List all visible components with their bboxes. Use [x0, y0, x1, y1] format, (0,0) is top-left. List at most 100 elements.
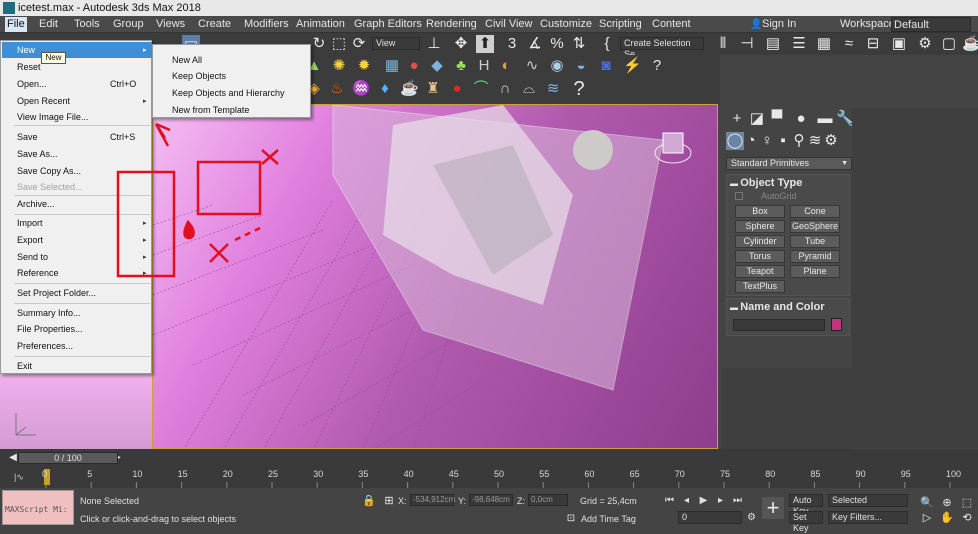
menu-content[interactable]: Content [650, 17, 693, 32]
move-icon[interactable]: ✥ [452, 35, 470, 53]
primitive-type-dropdown[interactable]: Standard Primitives ▼ [726, 157, 852, 170]
maxscript-listener[interactable]: MAXScript Mi: [2, 490, 74, 525]
time-tag-icon[interactable]: ⊡ [562, 510, 580, 528]
drape-icon[interactable]: ⌒ [472, 80, 490, 98]
menu-graph-editors[interactable]: Graph Editors [352, 17, 424, 32]
material-editor-icon[interactable]: ▣ [890, 35, 908, 53]
reference-coordinate-dropdown[interactable]: View [372, 37, 420, 50]
menu-civil-view[interactable]: Civil View [483, 17, 534, 32]
y-coordinate-field[interactable]: -98,648cm [469, 494, 513, 506]
tube-button[interactable]: Tube [790, 235, 840, 248]
camera-icon[interactable]: ◙ [597, 57, 615, 75]
auto-key-button[interactable]: Auto Key [789, 494, 823, 516]
hair-icon[interactable]: H [475, 57, 493, 75]
region-select-icon[interactable]: ⬚ [330, 35, 348, 53]
spinner-snap-icon[interactable]: ⇅ [570, 35, 588, 53]
motion-tab-icon[interactable]: ● [792, 110, 810, 128]
goto-end-icon[interactable]: ⏭ [731, 494, 744, 507]
schematic-icon[interactable]: ⊟ [864, 35, 882, 53]
percent-snap-icon[interactable]: % [548, 35, 566, 53]
pivot-icon[interactable]: ⊥ [425, 35, 443, 53]
fov-icon[interactable]: ▷ [918, 509, 936, 527]
arch-icon[interactable]: ⌓ [520, 80, 538, 98]
menu-group[interactable]: Group [111, 17, 146, 32]
lamp-icon[interactable]: ♜ [424, 80, 442, 98]
autogrid-checkbox[interactable] [735, 192, 743, 200]
render-setup-icon[interactable]: ⚙ [916, 35, 934, 53]
snap-3d-icon[interactable]: 3 [503, 35, 521, 53]
z-coordinate-field[interactable]: 0,0cm [528, 494, 568, 506]
box-button[interactable]: Box [735, 205, 785, 218]
sun-icon[interactable]: ✺ [330, 57, 348, 75]
manipulate-icon[interactable]: ⬆ [476, 35, 494, 53]
hierarchy-tab-icon[interactable]: ▀ [768, 110, 786, 128]
pyramid-button[interactable]: Pyramid [790, 250, 840, 263]
scene-explorer-icon[interactable]: ☰ [790, 35, 808, 53]
menu-tools[interactable]: Tools [72, 17, 102, 32]
object-color-swatch[interactable] [831, 318, 842, 331]
file-menu-item[interactable]: Exit [17, 359, 147, 374]
grid-icon[interactable]: ▦ [383, 57, 401, 75]
cylinder-button[interactable]: Cylinder [735, 235, 785, 248]
create-tab-icon[interactable]: + [728, 110, 746, 128]
mirror-icon[interactable]: ⫴ [714, 35, 732, 53]
submenu-new-all[interactable]: New All [172, 53, 312, 68]
x-coordinate-field[interactable]: -534,912cm [410, 494, 455, 506]
key-filters-button[interactable]: Key Filters... [828, 511, 908, 524]
rotate-icon[interactable]: ⟳ [350, 35, 368, 53]
signin-link[interactable]: Sign In [760, 17, 798, 32]
cone-button[interactable]: Cone [790, 205, 840, 218]
set-key-button[interactable]: Set Key [789, 511, 823, 533]
angle-snap-icon[interactable]: ∡ [526, 35, 544, 53]
cup-icon[interactable]: ☕ [400, 80, 419, 98]
menu-customize[interactable]: Customize [538, 17, 594, 32]
select-move-icon[interactable]: ↻ [310, 35, 328, 53]
current-frame-field[interactable]: 0 [678, 511, 742, 524]
prev-key-icon[interactable]: ◂ [680, 494, 693, 507]
dome-icon[interactable]: ◒ [572, 57, 590, 75]
named-selection-icon[interactable]: { [598, 35, 616, 53]
lock-icon[interactable]: 🔒 [360, 492, 378, 510]
light-icon[interactable]: ✹ [355, 57, 373, 75]
named-selection-dropdown[interactable]: Create Selection Se [620, 37, 704, 59]
question-icon[interactable]: ? [570, 79, 588, 99]
torus-button[interactable]: Torus [735, 250, 785, 263]
menu-scripting[interactable]: Scripting [597, 17, 644, 32]
file-menu-item[interactable]: Preferences... [17, 339, 147, 354]
cloth-icon[interactable]: ∩ [496, 80, 514, 98]
wave-icon[interactable]: ∿ [523, 57, 541, 75]
water-icon[interactable]: ♒ [352, 80, 371, 98]
sphere-button[interactable]: Sphere [735, 220, 785, 233]
file-menu-item[interactable]: Reset [17, 60, 147, 75]
ribbon-icon[interactable]: ▦ [815, 35, 833, 53]
transform-mode-icon[interactable]: ⊞ [380, 492, 398, 510]
menu-views[interactable]: Views [154, 17, 187, 32]
geosphere-button[interactable]: GeoSphere [790, 220, 840, 233]
file-menu-item[interactable]: Open Recent [17, 94, 147, 109]
layer-icon[interactable]: ▤ [764, 35, 782, 53]
track-bar-icon[interactable]: |∿ [14, 472, 24, 483]
shell-icon[interactable]: ◐ [497, 57, 515, 75]
display-tab-icon[interactable]: ▬ [816, 110, 834, 128]
track-bar[interactable]: |∿ [0, 466, 978, 488]
menu-file[interactable]: File [5, 17, 27, 32]
curve-editor-icon[interactable]: ≈ [840, 35, 858, 53]
next-key-icon[interactable]: ▸ [714, 494, 727, 507]
menu-rendering[interactable]: Rendering [424, 17, 479, 32]
time-config-icon[interactable]: ⚙ [745, 511, 758, 524]
add-time-tag[interactable]: Add Time Tag [581, 514, 636, 524]
textplus-button[interactable]: TextPlus [735, 280, 785, 293]
goto-start-icon[interactable]: ⏮ [663, 494, 676, 507]
menu-edit[interactable]: Edit [37, 17, 60, 32]
helper-icon[interactable]: ◆ [428, 57, 446, 75]
plant-icon[interactable]: ♣ [452, 57, 470, 75]
ocean-icon[interactable]: ≋ [544, 80, 562, 98]
submenu-keep-objects[interactable]: Keep Objects [172, 69, 312, 84]
set-key-icon[interactable]: + [762, 497, 784, 519]
render-frame-icon[interactable]: ▢ [940, 35, 958, 53]
sdk-icon[interactable]: ⚡ [623, 57, 642, 75]
time-slider[interactable]: 0 / 100 [18, 452, 118, 464]
pan-icon[interactable]: ✋ [938, 509, 956, 527]
file-menu-item[interactable]: File Properties... [17, 322, 147, 337]
orbit-icon[interactable]: ⟲ [958, 509, 976, 527]
